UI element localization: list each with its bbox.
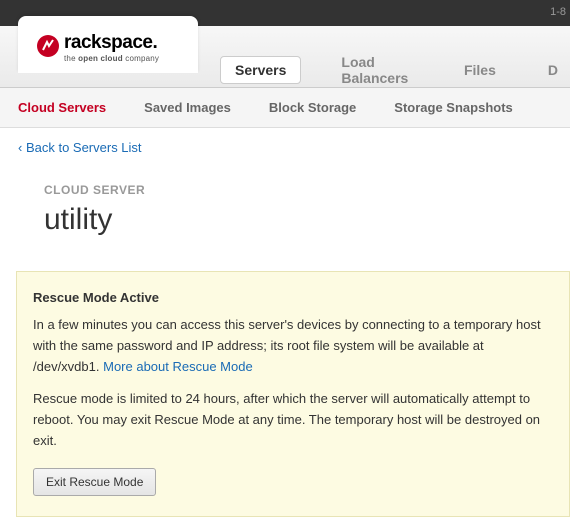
sub-nav: Cloud Servers Saved Images Block Storage… <box>0 88 570 128</box>
brand-tagline: the open cloud company <box>64 54 159 63</box>
subnav-cloud-servers[interactable]: Cloud Servers <box>18 100 106 115</box>
section-label: CLOUD SERVER <box>44 183 570 197</box>
exit-rescue-mode-button[interactable]: Exit Rescue Mode <box>33 468 156 496</box>
notice-paragraph-2: Rescue mode is limited to 24 hours, afte… <box>33 389 553 451</box>
nav-d[interactable]: D <box>536 56 570 84</box>
nav-load-balancers[interactable]: Load Balancers <box>329 48 424 92</box>
nav-files[interactable]: Files <box>452 56 508 84</box>
server-name: utility <box>44 203 570 237</box>
main-nav: Servers Load Balancers Files D <box>220 48 570 92</box>
nav-servers[interactable]: Servers <box>220 56 301 84</box>
header: rackspace. the open cloud company Server… <box>0 26 570 88</box>
more-about-rescue-link[interactable]: More about Rescue Mode <box>103 359 253 374</box>
brand-name: rackspace. <box>64 32 159 54</box>
phone-prefix: 1-8 <box>550 6 566 18</box>
back-to-servers-link[interactable]: ‹ Back to Servers List <box>0 128 570 167</box>
logo[interactable]: rackspace. the open cloud company <box>18 16 198 73</box>
rackspace-icon <box>36 34 60 61</box>
notice-title: Rescue Mode Active <box>33 290 553 305</box>
content-area: CLOUD SERVER utility Rescue Mode Active … <box>0 167 570 517</box>
subnav-saved-images[interactable]: Saved Images <box>144 100 231 115</box>
notice-paragraph-1: In a few minutes you can access this ser… <box>33 315 553 377</box>
subnav-storage-snapshots[interactable]: Storage Snapshots <box>394 100 512 115</box>
rescue-mode-notice: Rescue Mode Active In a few minutes you … <box>16 271 570 517</box>
subnav-block-storage[interactable]: Block Storage <box>269 100 356 115</box>
